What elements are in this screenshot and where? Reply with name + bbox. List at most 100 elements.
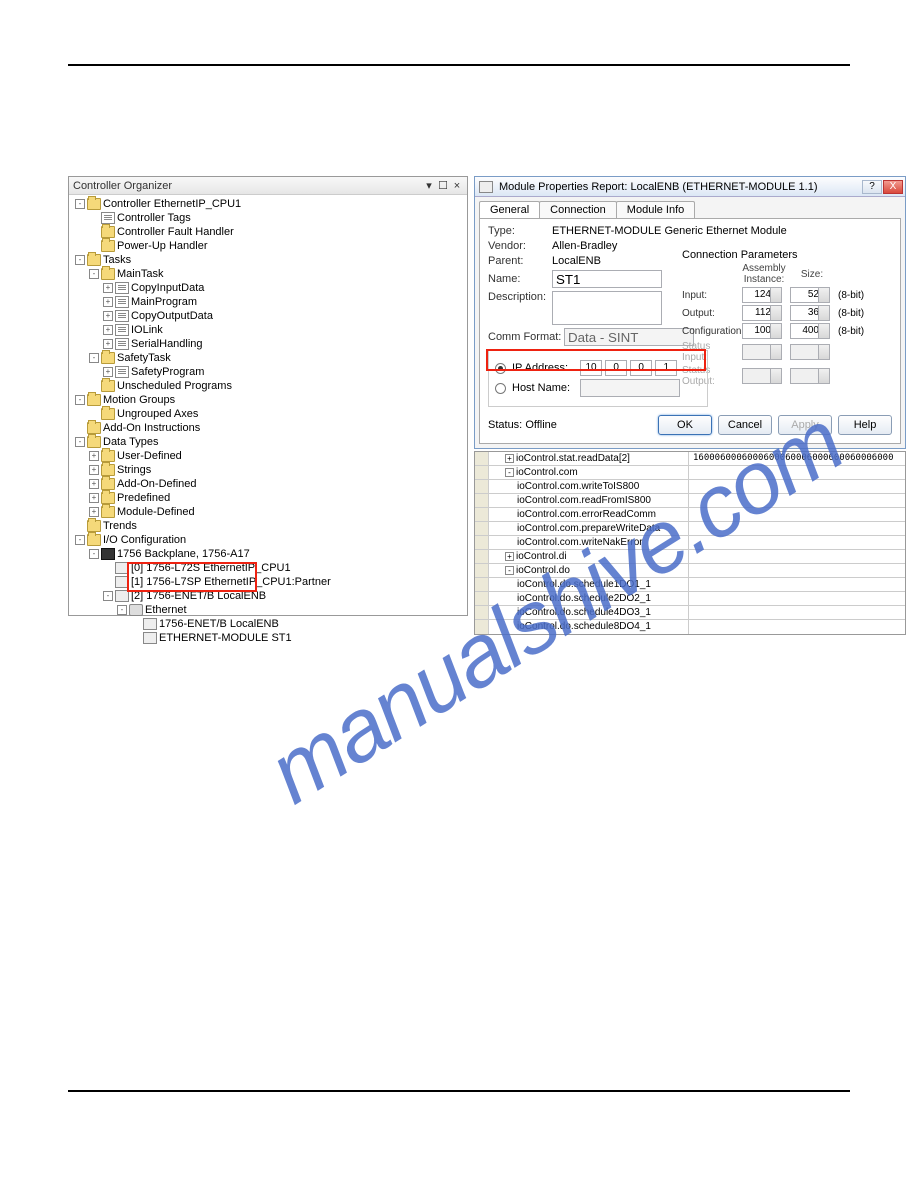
ip-oct-2[interactable]: 0: [605, 360, 627, 376]
tree-node[interactable]: Trends: [73, 519, 467, 533]
help-titlebar-button[interactable]: ?: [862, 180, 882, 194]
expander-icon[interactable]: +: [89, 451, 99, 461]
tree-node[interactable]: +Predefined: [73, 491, 467, 505]
tree-node[interactable]: Unscheduled Programs: [73, 379, 467, 393]
name-input[interactable]: [552, 270, 662, 288]
expander-icon[interactable]: +: [103, 297, 113, 307]
tree-node[interactable]: -SafetyTask: [73, 351, 467, 365]
expander-icon[interactable]: +: [89, 479, 99, 489]
cp-instance-input[interactable]: 100: [742, 323, 782, 339]
expander-icon[interactable]: -: [75, 395, 85, 405]
ok-button[interactable]: OK: [658, 415, 712, 435]
tab-connection[interactable]: Connection: [539, 201, 617, 218]
grid-row[interactable]: ioControl.do.schedule1DO1_1: [475, 578, 905, 592]
expander-icon[interactable]: +: [103, 339, 113, 349]
tag-name-cell[interactable]: ioControl.com.writeNakError: [489, 536, 689, 549]
tree-node[interactable]: [1] 1756-L7SP EthernetIP_CPU1:Partner: [73, 575, 467, 589]
cp-instance-input[interactable]: 124: [742, 287, 782, 303]
tree-node[interactable]: -I/O Configuration: [73, 533, 467, 547]
expander-icon[interactable]: +: [89, 465, 99, 475]
expander-icon[interactable]: -: [103, 591, 113, 601]
expander-icon[interactable]: -: [75, 535, 85, 545]
tree-node[interactable]: [0] 1756-L72S EthernetIP_CPU1: [73, 561, 467, 575]
ip-oct-1[interactable]: 10: [580, 360, 602, 376]
expander-icon[interactable]: +: [89, 507, 99, 517]
expander-icon[interactable]: +: [103, 283, 113, 293]
expander-icon[interactable]: -: [505, 468, 514, 477]
hostname-input[interactable]: [580, 379, 680, 397]
tree-node[interactable]: +SafetyProgram: [73, 365, 467, 379]
tree-node[interactable]: +SerialHandling: [73, 337, 467, 351]
expander-icon[interactable]: -: [89, 353, 99, 363]
tree-node[interactable]: +Strings: [73, 463, 467, 477]
ip-oct-4[interactable]: 1: [655, 360, 677, 376]
tag-name-cell[interactable]: ioControl.com.readFromIS800: [489, 494, 689, 507]
tag-name-cell[interactable]: -ioControl.do: [489, 564, 689, 577]
expander-icon[interactable]: +: [103, 311, 113, 321]
grid-row[interactable]: ioControl.com.prepareWriteData: [475, 522, 905, 536]
tree-node[interactable]: -[2] 1756-ENET/B LocalENB: [73, 589, 467, 603]
tree-node[interactable]: +Module-Defined: [73, 505, 467, 519]
grid-row[interactable]: +ioControl.di: [475, 550, 905, 564]
tree-node[interactable]: -Controller EthernetIP_CPU1: [73, 197, 467, 211]
tree-node[interactable]: +User-Defined: [73, 449, 467, 463]
cp-size-input[interactable]: 52: [790, 287, 830, 303]
expander-icon[interactable]: +: [89, 493, 99, 503]
hostname-radio[interactable]: [495, 383, 506, 394]
tree-node[interactable]: +MainProgram: [73, 295, 467, 309]
grid-row[interactable]: -ioControl.com: [475, 466, 905, 480]
grid-row[interactable]: -ioControl.do: [475, 564, 905, 578]
tag-name-cell[interactable]: ioControl.do.schedule1DO1_1: [489, 578, 689, 591]
expander-icon[interactable]: [89, 381, 99, 391]
expander-icon[interactable]: [89, 241, 99, 251]
grid-row[interactable]: ioControl.do.schedule8DO4_1: [475, 620, 905, 634]
expander-icon[interactable]: +: [103, 367, 113, 377]
grid-row[interactable]: ioControl.com.readFromIS800: [475, 494, 905, 508]
expander-icon[interactable]: -: [117, 605, 127, 615]
cp-instance-input[interactable]: 112: [742, 305, 782, 321]
grid-row[interactable]: +ioControl.stat.readData[2]1600060006000…: [475, 452, 905, 466]
expander-icon[interactable]: -: [505, 566, 514, 575]
expander-icon[interactable]: [103, 563, 113, 573]
tree-node[interactable]: +CopyOutputData: [73, 309, 467, 323]
tab-module-info[interactable]: Module Info: [616, 201, 695, 218]
tree-node[interactable]: -Motion Groups: [73, 393, 467, 407]
grid-row[interactable]: ioControl.do.schedule2DO2_1: [475, 592, 905, 606]
expander-icon[interactable]: [89, 227, 99, 237]
tree-node[interactable]: -1756 Backplane, 1756-A17: [73, 547, 467, 561]
expander-icon[interactable]: [131, 633, 141, 643]
tag-name-cell[interactable]: ioControl.com.prepareWriteData: [489, 522, 689, 535]
help-button[interactable]: Help: [838, 415, 892, 435]
cancel-button[interactable]: Cancel: [718, 415, 772, 435]
grid-row[interactable]: ioControl.com.writeToIS800: [475, 480, 905, 494]
close-icon[interactable]: ×: [451, 177, 463, 194]
cp-size-input[interactable]: 400: [790, 323, 830, 339]
tree-node[interactable]: Controller Fault Handler: [73, 225, 467, 239]
tree-node[interactable]: ETHERNET-MODULE ST1: [73, 631, 467, 645]
expander-icon[interactable]: -: [75, 255, 85, 265]
tag-name-cell[interactable]: ioControl.do.schedule2DO2_1: [489, 592, 689, 605]
tag-name-cell[interactable]: ioControl.com.errorReadComm: [489, 508, 689, 521]
expander-icon[interactable]: -: [75, 199, 85, 209]
expander-icon[interactable]: -: [75, 437, 85, 447]
ip-address-radio[interactable]: [495, 363, 506, 374]
tree-node[interactable]: -Tasks: [73, 253, 467, 267]
expander-icon[interactable]: [89, 409, 99, 419]
expander-icon[interactable]: [131, 619, 141, 629]
tree-node[interactable]: 1756-ENET/B LocalENB: [73, 617, 467, 631]
expander-icon[interactable]: -: [89, 549, 99, 559]
tag-watch-grid[interactable]: +ioControl.stat.readData[2]1600060006000…: [474, 451, 906, 635]
tree-node[interactable]: +IOLink: [73, 323, 467, 337]
expander-icon[interactable]: -: [89, 269, 99, 279]
tree-node[interactable]: Add-On Instructions: [73, 421, 467, 435]
tree-node[interactable]: -MainTask: [73, 267, 467, 281]
expander-icon[interactable]: [103, 577, 113, 587]
expander-icon[interactable]: +: [505, 454, 514, 463]
tag-name-cell[interactable]: -ioControl.com: [489, 466, 689, 479]
pin-icon[interactable]: ▾: [423, 177, 435, 194]
tab-general[interactable]: General: [479, 201, 540, 218]
commformat-select[interactable]: [564, 328, 694, 346]
grid-row[interactable]: ioControl.com.errorReadComm: [475, 508, 905, 522]
cp-size-input[interactable]: 36: [790, 305, 830, 321]
tag-name-cell[interactable]: +ioControl.stat.readData[2]: [489, 452, 689, 465]
